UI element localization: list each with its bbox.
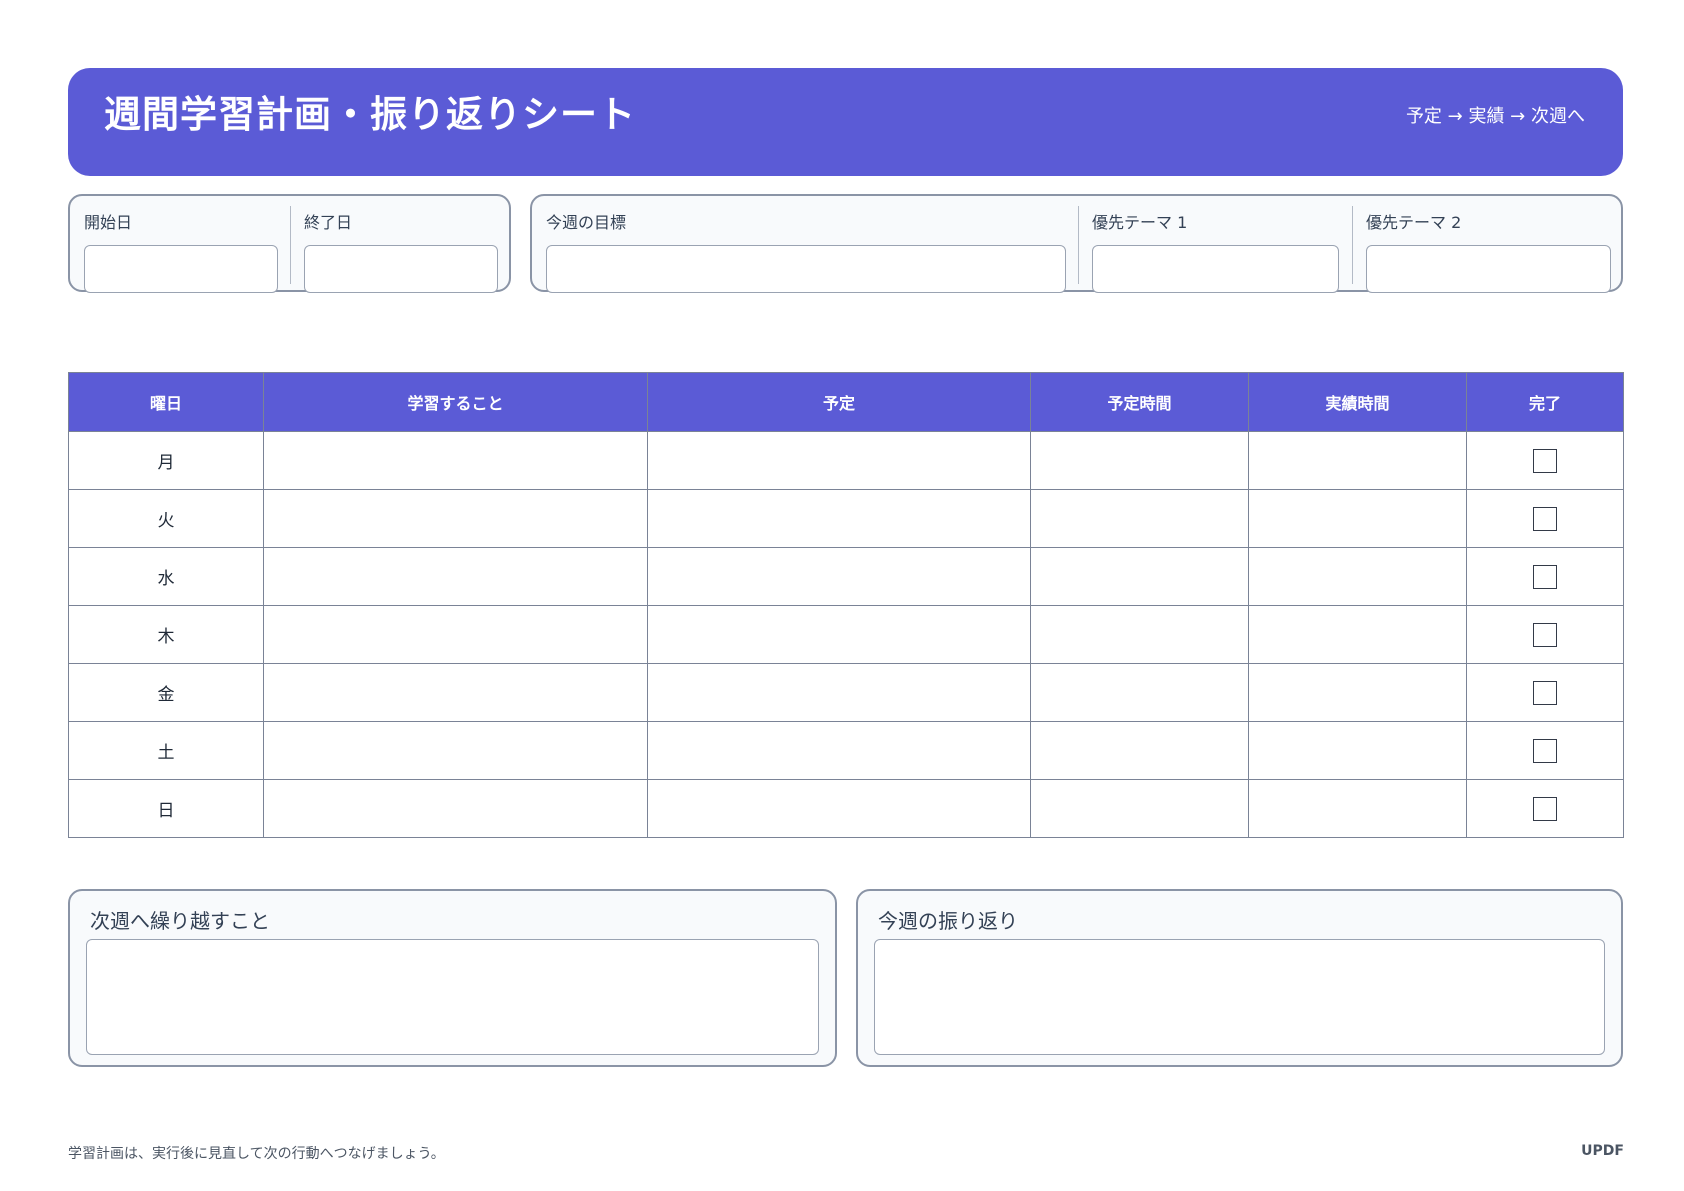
plan-cell[interactable]: [647, 779, 1031, 838]
task-cell[interactable]: [263, 663, 648, 722]
divider: [290, 206, 291, 284]
weekly-goal-input[interactable]: [546, 245, 1066, 293]
reflection-panel: 今週の振り返り: [856, 889, 1623, 1067]
table-row: 火: [68, 489, 1624, 548]
start-date-field: 開始日: [84, 209, 278, 295]
column-header-task: 学習すること: [263, 372, 648, 432]
carryover-label: 次週へ繰り越すこと: [90, 909, 270, 933]
theme2-input[interactable]: [1366, 245, 1611, 293]
task-cell[interactable]: [263, 605, 648, 664]
actual-time-cell[interactable]: [1248, 547, 1467, 606]
day-cell: 土: [68, 721, 264, 780]
dates-panel: 開始日 終了日: [68, 194, 511, 295]
footer-note: 学習計画は、実行後に見直して次の行動へつなげましょう。: [68, 1146, 445, 1162]
done-cell: [1466, 489, 1624, 548]
reflection-label: 今週の振り返り: [878, 909, 1018, 933]
planned-time-cell[interactable]: [1030, 489, 1249, 548]
plan-cell[interactable]: [647, 547, 1031, 606]
done-checkbox[interactable]: [1533, 738, 1557, 763]
task-cell[interactable]: [263, 547, 648, 606]
column-header-planned-time: 予定時間: [1030, 372, 1249, 432]
column-header-day: 曜日: [68, 372, 264, 432]
day-cell: 金: [68, 663, 264, 722]
plan-cell[interactable]: [647, 721, 1031, 780]
table-row: 日: [68, 779, 1624, 838]
table-row: 月: [68, 431, 1624, 490]
task-cell[interactable]: [263, 721, 648, 780]
table-header-row: 曜日 学習すること 予定 予定時間 実績時間 完了: [68, 372, 1624, 432]
end-date-field: 終了日: [304, 209, 498, 295]
done-checkbox[interactable]: [1533, 796, 1557, 821]
done-cell: [1466, 663, 1624, 722]
done-checkbox[interactable]: [1533, 506, 1557, 531]
column-header-plan: 予定: [647, 372, 1031, 432]
actual-time-cell[interactable]: [1248, 779, 1467, 838]
done-cell: [1466, 547, 1624, 606]
reflection-textarea[interactable]: [874, 939, 1605, 1055]
done-cell: [1466, 605, 1624, 664]
divider: [1078, 206, 1079, 284]
plan-cell[interactable]: [647, 489, 1031, 548]
planned-time-cell[interactable]: [1030, 547, 1249, 606]
task-cell[interactable]: [263, 489, 648, 548]
page-title: 週間学習計画・振り返りシート: [104, 93, 636, 136]
theme1-label: 優先テーマ 1: [1092, 213, 1188, 232]
planned-time-cell[interactable]: [1030, 431, 1249, 490]
planned-time-cell[interactable]: [1030, 721, 1249, 780]
done-checkbox[interactable]: [1533, 448, 1557, 473]
task-cell[interactable]: [263, 431, 648, 490]
weekly-goal-field: 今週の目標: [546, 209, 1066, 295]
done-checkbox[interactable]: [1533, 564, 1557, 589]
done-checkbox[interactable]: [1533, 622, 1557, 647]
carryover-panel: 次週へ繰り越すこと: [68, 889, 837, 1067]
done-cell: [1466, 721, 1624, 780]
done-cell: [1466, 779, 1624, 838]
day-cell: 水: [68, 547, 264, 606]
planned-time-cell[interactable]: [1030, 605, 1249, 664]
weekly-goal-label: 今週の目標: [546, 213, 627, 232]
table-row: 木: [68, 605, 1624, 664]
planned-time-cell[interactable]: [1030, 779, 1249, 838]
table-row: 土: [68, 721, 1624, 780]
theme2-field: 優先テーマ 2: [1366, 209, 1611, 295]
theme1-input[interactable]: [1092, 245, 1339, 293]
header-banner: 週間学習計画・振り返りシート 予定 → 実績 → 次週へ: [68, 68, 1623, 176]
actual-time-cell[interactable]: [1248, 489, 1467, 548]
done-checkbox[interactable]: [1533, 680, 1557, 705]
end-date-label: 終了日: [304, 213, 353, 232]
actual-time-cell[interactable]: [1248, 663, 1467, 722]
plan-cell[interactable]: [647, 605, 1031, 664]
plan-cell[interactable]: [647, 431, 1031, 490]
start-date-label: 開始日: [84, 213, 133, 232]
divider: [1352, 206, 1353, 284]
actual-time-cell[interactable]: [1248, 605, 1467, 664]
day-cell: 月: [68, 431, 264, 490]
task-cell[interactable]: [263, 779, 648, 838]
end-date-input[interactable]: [304, 245, 498, 293]
planned-time-cell[interactable]: [1030, 663, 1249, 722]
workflow-hint: 予定 → 実績 → 次週へ: [1405, 106, 1585, 127]
column-header-done: 完了: [1466, 372, 1624, 432]
day-cell: 木: [68, 605, 264, 664]
day-cell: 日: [68, 779, 264, 838]
actual-time-cell[interactable]: [1248, 721, 1467, 780]
plan-cell[interactable]: [647, 663, 1031, 722]
weekly-plan-table: 曜日 学習すること 予定 予定時間 実績時間 完了 月 火 水 木 金 土 日: [68, 372, 1624, 838]
theme2-label: 優先テーマ 2: [1366, 213, 1462, 232]
table-row: 水: [68, 547, 1624, 606]
carryover-textarea[interactable]: [86, 939, 819, 1055]
table-row: 金: [68, 663, 1624, 722]
start-date-input[interactable]: [84, 245, 278, 293]
day-cell: 火: [68, 489, 264, 548]
brand-logo: UPDF: [1581, 1143, 1624, 1159]
done-cell: [1466, 431, 1624, 490]
theme1-field: 優先テーマ 1: [1092, 209, 1339, 295]
goals-panel: 今週の目標 優先テーマ 1 優先テーマ 2: [530, 194, 1623, 295]
column-header-actual-time: 実績時間: [1248, 372, 1467, 432]
actual-time-cell[interactable]: [1248, 431, 1467, 490]
